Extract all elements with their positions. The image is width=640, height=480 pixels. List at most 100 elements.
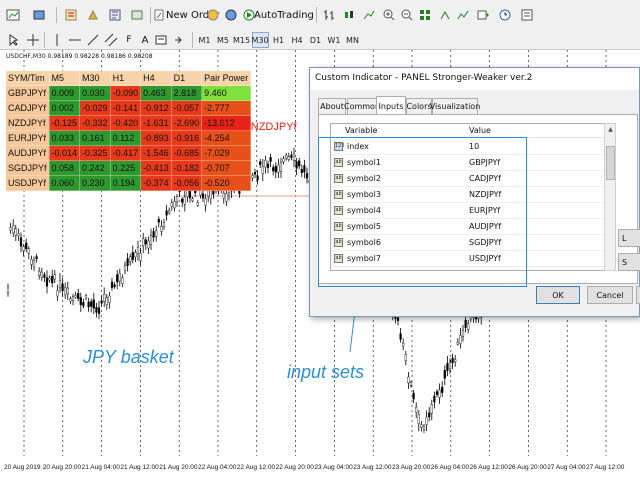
- candle-body: [417, 414, 420, 424]
- scroll-thumb[interactable]: [606, 146, 615, 180]
- candle-body: [71, 296, 75, 301]
- autotrading-button[interactable]: AutoTrading: [254, 6, 314, 24]
- strength-value: 0.194: [109, 175, 142, 191]
- tab-inputs[interactable]: Inputs: [376, 96, 406, 115]
- zoom-in-icon[interactable]: [380, 6, 398, 24]
- candle-body: [251, 175, 254, 179]
- reset-button[interactable]: R: [636, 286, 640, 304]
- time-axis-label: 21 Aug 04:00: [82, 464, 121, 471]
- equidistant-channel-icon[interactable]: [102, 31, 120, 49]
- timeframe-h1[interactable]: H1: [270, 32, 287, 48]
- arrows-icon[interactable]: [170, 31, 188, 49]
- candle-body: [139, 253, 142, 262]
- grid-scrollbar[interactable]: ▲: [604, 123, 616, 271]
- time-axis-label: 27 Aug 12:00: [586, 464, 625, 471]
- candle-body: [110, 281, 114, 288]
- strength-symbol: NZDJPYf: [5, 115, 50, 131]
- column-value[interactable]: Value: [469, 126, 491, 135]
- strength-row: SGDJPYf 0.058 0.242 0.225 -0.413 -0.182 -0.707: [5, 160, 252, 176]
- candle-body: [121, 277, 124, 284]
- vertical-line-icon[interactable]: [48, 31, 66, 49]
- strength-value: -0.057: [170, 100, 203, 116]
- crosshair-icon[interactable]: [24, 31, 42, 49]
- candle-body: [82, 302, 85, 307]
- strength-symbol: USDJPYf: [5, 175, 50, 191]
- candle-body: [199, 190, 202, 196]
- timeframe-m30[interactable]: M30: [251, 32, 269, 48]
- candle-body: [64, 286, 67, 296]
- periods-icon[interactable]: [496, 6, 514, 24]
- strategy-tester-icon[interactable]: [222, 6, 240, 24]
- strength-value: -0.325: [79, 145, 111, 161]
- strength-value: -0.420: [109, 115, 142, 131]
- strength-value: -0.056: [170, 175, 203, 191]
- timeframe-mn[interactable]: MN: [344, 32, 361, 48]
- candle-body: [61, 283, 64, 291]
- timeframe-m1[interactable]: M1: [196, 32, 213, 48]
- candle-body: [165, 210, 168, 216]
- strength-value: -1.631: [140, 115, 172, 131]
- candle-body: [170, 202, 173, 207]
- trendline-icon[interactable]: [84, 31, 102, 49]
- text-label-icon[interactable]: [152, 31, 170, 49]
- navigator-icon[interactable]: [106, 6, 124, 24]
- candle-body: [19, 237, 23, 247]
- candle-body: [292, 153, 296, 161]
- timeframe-w1[interactable]: W1: [326, 32, 343, 48]
- tab-visualization[interactable]: Visualization: [430, 98, 480, 114]
- save-button[interactable]: S: [618, 253, 640, 271]
- time-axis-label: 21 Aug 12:00: [120, 464, 159, 471]
- candle-body: [435, 391, 439, 395]
- tile-windows-icon[interactable]: [416, 6, 434, 24]
- column-variable[interactable]: Variable: [345, 126, 377, 135]
- strength-value: 0.225: [109, 160, 142, 176]
- load-button[interactable]: L: [618, 229, 640, 247]
- candle-body: [204, 198, 207, 206]
- metaeditor-icon[interactable]: [204, 6, 222, 24]
- strength-value: -0.413: [140, 160, 172, 176]
- strength-header-cell: M5: [48, 70, 81, 86]
- zoom-out-icon[interactable]: [398, 6, 416, 24]
- cancel-button[interactable]: Cancel: [587, 286, 633, 304]
- timeframe-m5[interactable]: M5: [215, 32, 232, 48]
- ok-button[interactable]: OK: [536, 286, 580, 304]
- strength-value: -0.141: [109, 100, 142, 116]
- candle-body: [97, 307, 101, 314]
- market-watch-icon[interactable]: [62, 6, 80, 24]
- toolbar-separator: [192, 32, 193, 48]
- tab-common[interactable]: Common: [344, 98, 380, 114]
- new-chart-icon[interactable]: [4, 6, 22, 24]
- candlestick-icon[interactable]: [340, 6, 358, 24]
- profiles-icon[interactable]: [30, 6, 48, 24]
- strength-row: AUDJPYf -0.014 -0.325 -0.417 -1.546 -0.685 -7.…: [5, 145, 252, 161]
- candle-body: [425, 417, 428, 425]
- data-window-icon[interactable]: [84, 6, 102, 24]
- chart-shift-icon[interactable]: [454, 6, 472, 24]
- autoscroll-icon[interactable]: [436, 6, 454, 24]
- line-chart-icon[interactable]: [360, 6, 378, 24]
- candle-body: [277, 164, 280, 173]
- scroll-up-icon[interactable]: ▲: [606, 125, 615, 134]
- candle-body: [131, 252, 134, 260]
- cursor-icon[interactable]: [4, 31, 22, 49]
- candle-body: [409, 382, 413, 386]
- terminal-icon[interactable]: [128, 6, 146, 24]
- strength-row: GBPJPYf 0.009 0.030 -0.090 0.463 2.818 9.460: [5, 85, 252, 101]
- tab-about[interactable]: About: [318, 98, 346, 114]
- candle-body: [17, 233, 20, 237]
- candle-body: [27, 248, 30, 254]
- strength-value: -0.029: [79, 100, 111, 116]
- candle-body: [90, 301, 93, 307]
- candle-body: [407, 376, 410, 384]
- templates-icon[interactable]: [518, 6, 536, 24]
- tab-colors[interactable]: Colors: [406, 98, 432, 114]
- horizontal-line-icon[interactable]: [66, 31, 84, 49]
- strength-header-cell: H4: [140, 70, 172, 86]
- candle-body: [162, 222, 166, 227]
- indicators-icon[interactable]: [474, 6, 492, 24]
- timeframe-h4[interactable]: H4: [289, 32, 306, 48]
- timeframe-m15[interactable]: M15: [233, 32, 250, 48]
- timeframe-d1[interactable]: D1: [307, 32, 324, 48]
- bar-chart-icon[interactable]: [320, 6, 338, 24]
- candle-body: [422, 426, 426, 430]
